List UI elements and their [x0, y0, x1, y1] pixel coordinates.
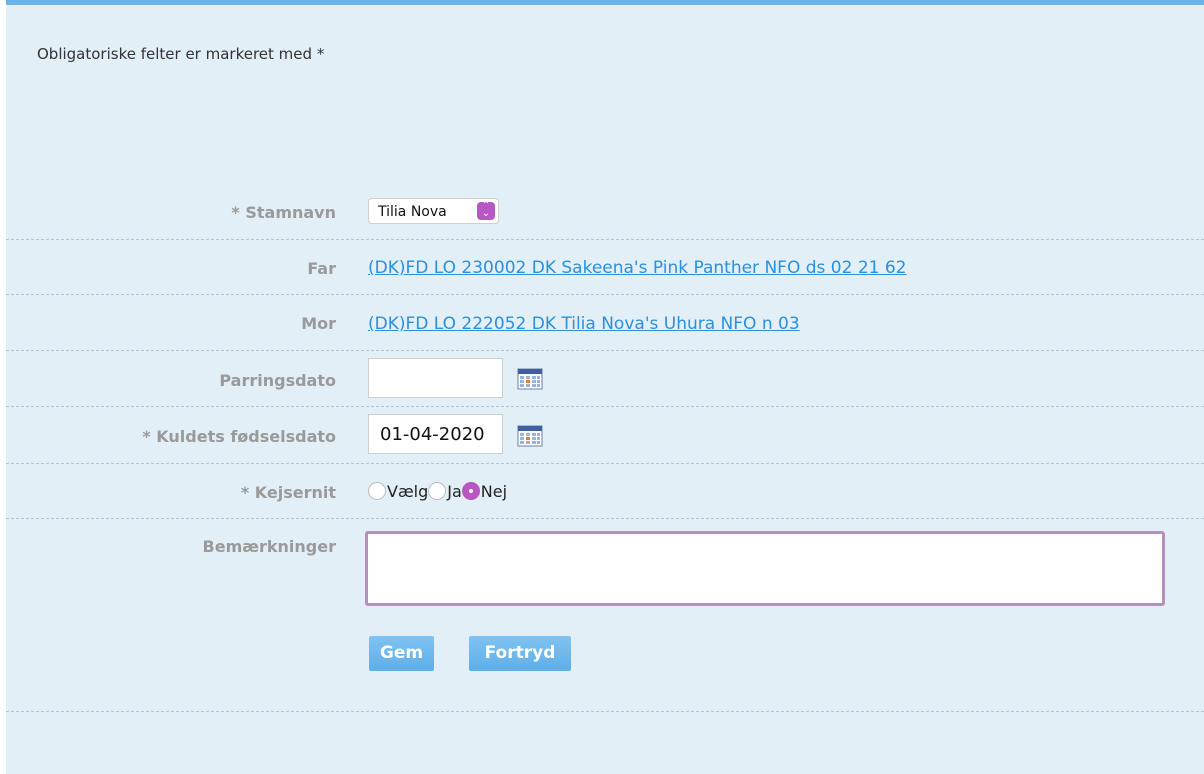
radio-nej-label[interactable]: Nej: [481, 482, 507, 501]
radio-ja[interactable]: [428, 482, 447, 500]
row-kejsernit: * Kejsernit: [6, 463, 1204, 519]
radio-vaelg-label[interactable]: Vælg: [387, 482, 428, 501]
stamnavn-label: * Stamnavn: [231, 203, 336, 222]
far-label: Far: [307, 259, 336, 278]
bemaerkninger-label: Bemærkninger: [202, 537, 336, 556]
calendar-icon[interactable]: [517, 368, 543, 390]
fodselsdato-input[interactable]: 01-04-2020: [368, 414, 503, 454]
radio-nej[interactable]: [461, 482, 480, 500]
far-link[interactable]: (DK)FD LO 230002 DK Sakeena's Pink Panth…: [368, 258, 907, 278]
kejsernit-radio-group: Vælg Ja Nej: [368, 479, 507, 503]
row-fodselsdato: * Kuldets fødselsdato: [6, 406, 1204, 464]
form-panel: Obligatoriske felter er markeret med * *…: [6, 0, 1204, 774]
mor-link[interactable]: (DK)FD LO 222052 DK Tilia Nova's Uhura N…: [368, 314, 800, 334]
bemaerkninger-textarea[interactable]: [365, 531, 1165, 606]
radio-vaelg[interactable]: [368, 482, 386, 500]
parringsdato-input[interactable]: [368, 358, 503, 398]
cancel-button[interactable]: Fortryd: [469, 636, 571, 671]
parringsdato-label: Parringsdato: [219, 371, 336, 390]
save-button[interactable]: Gem: [369, 636, 434, 671]
calendar-icon[interactable]: [517, 425, 543, 447]
row-parringsdato: Parringsdato: [6, 350, 1204, 407]
stamnavn-selected-value: Tilia Nova: [378, 204, 447, 220]
radio-ja-label[interactable]: Ja: [447, 482, 462, 501]
fodselsdato-label: * Kuldets fødselsdato: [142, 427, 336, 446]
kejsernit-label: * Kejsernit: [240, 483, 336, 502]
mor-label: Mor: [301, 314, 336, 333]
chevron-updown-icon: ⌃ ⌄: [477, 201, 495, 220]
row-stamnavn: * Stamnavn: [6, 5, 1204, 240]
stamnavn-select[interactable]: Tilia Nova ⌃ ⌄: [368, 198, 499, 224]
